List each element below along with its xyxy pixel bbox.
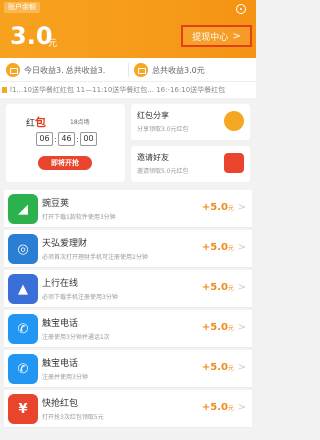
today-earnings: 今日收益3. 总共收益3. bbox=[6, 62, 105, 78]
pea-pod-icon: ◢ bbox=[8, 194, 38, 224]
chevron-right-icon: > bbox=[237, 242, 246, 253]
marquee-text: l1...10送华餐红红包 11—11:10送华餐红包... 16:-16:10… bbox=[10, 86, 226, 94]
task-description: 必须首次打开理财手机可注册使用2分钟 bbox=[42, 254, 148, 261]
task-reward: +5.0元 bbox=[202, 282, 234, 293]
today-earnings-label: 今日收益3. bbox=[24, 65, 64, 75]
reward-amount: +5.0 bbox=[201, 402, 228, 413]
gift-icon bbox=[224, 153, 244, 173]
balance-unit: 元 bbox=[48, 39, 58, 49]
reward-amount: +5.0 bbox=[201, 202, 228, 213]
invite-friends-card[interactable]: 邀请好友 邀请领取5.0元红包 bbox=[131, 146, 250, 182]
reward-unit: 元 bbox=[227, 205, 234, 212]
timer-hours: 06 bbox=[36, 132, 53, 146]
wallet-icon bbox=[134, 63, 148, 77]
share-title: 红包分享 bbox=[137, 111, 169, 120]
wallet-icon bbox=[6, 63, 20, 77]
task-row[interactable]: ◢ 豌豆荚打开下载1款软件使用3分钟 +5.0元 > bbox=[4, 190, 252, 228]
red-packet-event-card[interactable]: 红包 18点场 06 : 46 : 00 即将开抢 bbox=[6, 104, 125, 182]
task-reward: +5.0元 bbox=[202, 402, 234, 413]
task-name: 天弘爱理财 bbox=[42, 239, 88, 249]
chevron-right-icon: > bbox=[232, 30, 241, 42]
task-row[interactable]: ◎ 天弘爱理财必须首次打开理财手机可注册使用2分钟 +5.0元 > bbox=[4, 230, 252, 268]
task-description: 打开抢3次红包领取5元 bbox=[42, 414, 104, 421]
withdraw-center-button[interactable]: 提现中心 > bbox=[181, 25, 252, 47]
task-row[interactable]: ✆ 触宝电话注册并使用3分钟 +5.0元 > bbox=[4, 350, 252, 388]
phone-icon: ✆ bbox=[8, 314, 38, 344]
reward-amount: +5.0 bbox=[201, 242, 228, 253]
account-tag: 账户余额 bbox=[4, 2, 40, 13]
task-reward: +5.0元 bbox=[202, 362, 234, 373]
task-description: 必须下载手机注册使用3分钟 bbox=[42, 294, 118, 301]
today-total-label: 总共收益3. bbox=[65, 65, 106, 75]
reward-unit: 元 bbox=[227, 285, 234, 292]
task-row[interactable]: ¥ 快抢红包打开抢3次红包领取5元 +5.0元 > bbox=[4, 390, 252, 428]
task-description: 注册并使用3分钟 bbox=[42, 374, 88, 381]
reward-amount: +5.0 bbox=[201, 322, 228, 333]
task-row[interactable]: ▲ 上行在线必须下载手机注册使用3分钟 +5.0元 > bbox=[4, 270, 252, 308]
task-reward: +5.0元 bbox=[202, 322, 234, 333]
divider bbox=[128, 63, 129, 77]
total-earnings-label: 总共收益3.0元 bbox=[152, 65, 205, 75]
task-name: 上行在线 bbox=[42, 279, 79, 289]
event-session: 18点场 bbox=[70, 119, 90, 126]
finance-icon: ◎ bbox=[8, 234, 38, 264]
task-reward: +5.0元 bbox=[202, 202, 234, 213]
event-title-highlight: 包 bbox=[35, 116, 47, 129]
reward-amount: +5.0 bbox=[201, 362, 228, 373]
reward-unit: 元 bbox=[227, 405, 234, 412]
phone-icon: ✆ bbox=[8, 354, 38, 384]
chevron-right-icon: > bbox=[237, 322, 246, 333]
announcement-marquee: l1...10送华餐红红包 11—11:10送华餐红包... 16:-16:10… bbox=[0, 82, 256, 98]
share-icon bbox=[224, 111, 244, 131]
timer-seconds: 00 bbox=[80, 132, 97, 146]
speaker-icon bbox=[2, 87, 7, 93]
chevron-right-icon: > bbox=[237, 282, 246, 293]
timer-minutes: 46 bbox=[58, 132, 75, 146]
header: 账户余额 3.0 元 提现中心 > bbox=[0, 0, 256, 64]
task-description: 打开下载1款软件使用3分钟 bbox=[42, 214, 116, 221]
task-row[interactable]: ✆ 触宝电话注册使用3分钟并通话1次 +5.0元 > bbox=[4, 310, 252, 348]
invite-subtitle: 邀请领取5.0元红包 bbox=[137, 168, 189, 175]
reward-unit: 元 bbox=[227, 325, 234, 332]
task-description: 注册使用3分钟并通话1次 bbox=[42, 334, 110, 341]
countdown-timer: 06 : 46 : 00 bbox=[36, 132, 97, 146]
reward-unit: 元 bbox=[227, 245, 234, 252]
share-subtitle: 分享领取3.0元红包 bbox=[137, 126, 189, 133]
task-reward: +5.0元 bbox=[202, 242, 234, 253]
task-name: 豌豆荚 bbox=[42, 199, 70, 209]
task-name: 触宝电话 bbox=[42, 319, 79, 329]
chevron-right-icon: > bbox=[237, 202, 246, 213]
shangxing-icon: ▲ bbox=[8, 274, 38, 304]
total-earnings: 总共收益3.0元 bbox=[134, 62, 205, 78]
reward-amount: +5.0 bbox=[201, 282, 228, 293]
grab-button[interactable]: 即将开抢 bbox=[38, 156, 92, 170]
share-red-packet-card[interactable]: 红包分享 分享领取3.0元红包 bbox=[131, 104, 250, 140]
task-name: 快抢红包 bbox=[42, 399, 79, 409]
earnings-strip: 今日收益3. 总共收益3. 总共收益3.0元 bbox=[0, 58, 256, 82]
event-title-prefix: 红 bbox=[26, 119, 36, 129]
task-name: 触宝电话 bbox=[42, 359, 79, 369]
reward-unit: 元 bbox=[227, 365, 234, 372]
chevron-right-icon: > bbox=[237, 362, 246, 373]
balance-amount: 3.0 bbox=[10, 22, 53, 50]
invite-title: 邀请好友 bbox=[137, 153, 169, 162]
event-title: 红包 bbox=[26, 114, 46, 130]
chevron-right-icon: > bbox=[237, 402, 246, 413]
redpacket-icon: ¥ bbox=[8, 394, 38, 424]
withdraw-label: 提现中心 bbox=[192, 32, 229, 43]
settings-icon[interactable] bbox=[236, 4, 246, 14]
